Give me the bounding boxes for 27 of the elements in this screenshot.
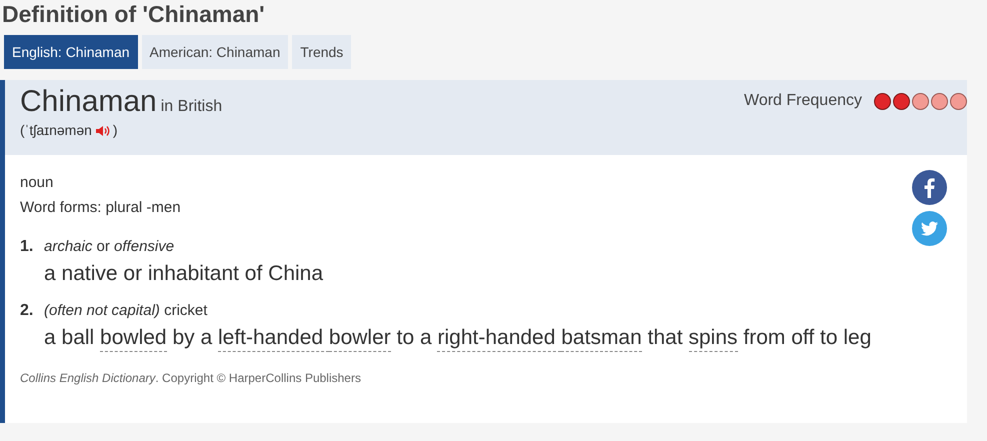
word-forms: Word forms: plural -men xyxy=(20,198,182,218)
sense-label: (often not capital) cricket xyxy=(44,301,208,321)
word-link[interactable]: bowled xyxy=(100,325,167,352)
tab[interactable]: American: Chinaman xyxy=(142,35,288,69)
tab[interactable]: Trends xyxy=(292,35,352,69)
definition-text: a ball bowled by a left-handed bowler to a right-handed batsman that spins from off to leg xyxy=(44,323,872,353)
word-link[interactable]: bowler xyxy=(328,325,391,352)
sense-number: 1. xyxy=(20,237,34,257)
page-title: Definition of 'Chinaman' xyxy=(1,0,266,28)
part-of-speech: noun xyxy=(20,173,54,193)
pronunciation: (ˈtʃaɪnəmən xyxy=(20,121,92,140)
tab[interactable]: English: Chinaman xyxy=(4,35,138,69)
headword: Chinaman xyxy=(20,85,157,119)
word-link[interactable]: spins xyxy=(688,325,738,352)
facebook-icon[interactable] xyxy=(912,170,947,205)
frequency-label: Word Frequency xyxy=(744,91,862,111)
pronunciation-bracket: ) xyxy=(112,121,118,140)
copyright-notice: Collins English Dictionary. Copyright © HarperCollins Publishers xyxy=(20,370,362,387)
region-label: in British xyxy=(160,97,222,117)
speaker-icon[interactable] xyxy=(94,124,110,136)
word-link[interactable]: right-handed xyxy=(437,325,562,352)
word-link[interactable]: batsman xyxy=(561,325,642,352)
word-link[interactable]: left-handed xyxy=(218,325,329,352)
twitter-icon[interactable] xyxy=(912,211,947,246)
sense-number: 2. xyxy=(20,301,34,321)
definition-text: a native or inhabitant of China xyxy=(44,261,324,287)
sense-label: archaic or offensive xyxy=(44,237,174,257)
